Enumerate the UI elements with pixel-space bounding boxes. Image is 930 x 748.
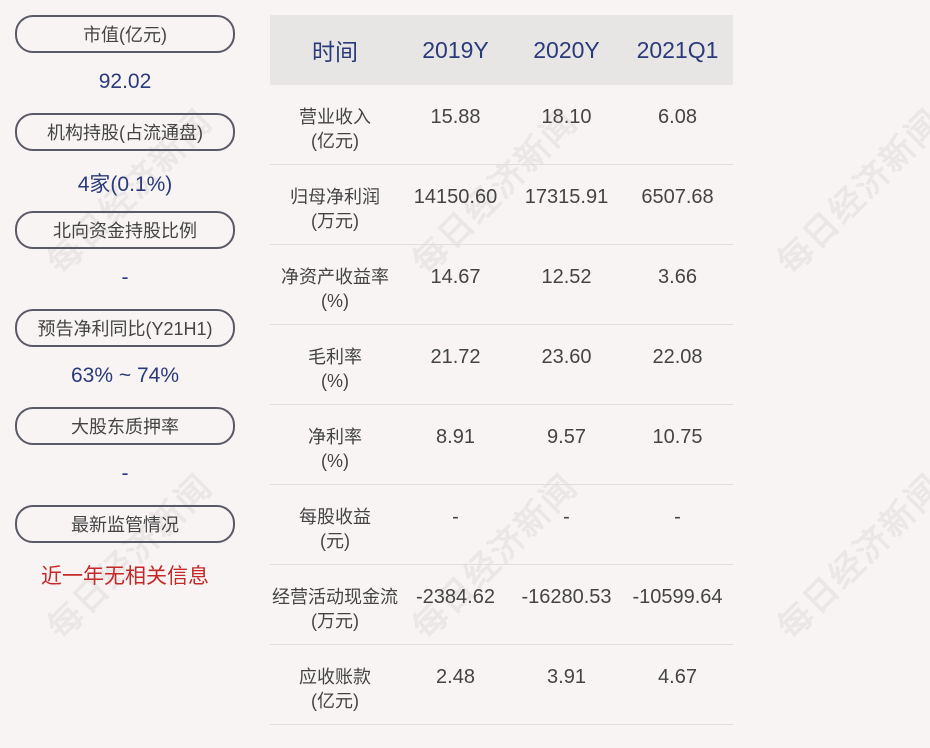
metric-value-northbound-holding: - (121, 266, 129, 289)
row-label: 净利率 (%) (308, 427, 362, 471)
table-cell: 15.88 (430, 106, 481, 128)
table-row: 每股收益 (元) - - - (270, 485, 733, 565)
watermark: 每日经济新闻 (770, 467, 930, 647)
table-cell: 3.91 (547, 666, 586, 688)
table-row: 毛利率 (%) 21.72 23.60 22.08 (270, 325, 733, 405)
metric-label-regulatory-status: 最新监管情况 (15, 505, 235, 543)
metric-value-profit-forecast: 63% ~ 74% (71, 364, 179, 387)
metric-label-institutional-holding: 机构持股(占流通盘) (15, 113, 235, 151)
table-cell: 23.60 (541, 346, 592, 368)
metric-label-profit-forecast: 预告净利同比(Y21H1) (15, 309, 235, 347)
table-row: 净利率 (%) 8.91 9.57 10.75 (270, 405, 733, 485)
table-cell: 22.08 (652, 346, 703, 368)
table-cell: 9.57 (547, 426, 586, 448)
table-cell: 6.08 (658, 106, 697, 128)
table-cell: 10.75 (652, 426, 703, 448)
watermark: 每日经济新闻 (40, 467, 221, 647)
watermark: 每日经济新闻 (770, 102, 930, 282)
table-cell: -16280.53 (521, 586, 612, 608)
metric-value-market-cap: 92.02 (98, 70, 152, 93)
table-row: 应收账款 (亿元) 2.48 3.91 4.67 (270, 645, 733, 725)
row-label: 毛利率 (%) (308, 347, 362, 391)
table-cell: 18.10 (541, 106, 592, 128)
row-label: 经营活动现金流 (万元) (272, 587, 398, 631)
column-header: 2019Y (422, 36, 489, 63)
metric-value-pledge-ratio: - (121, 462, 129, 485)
table-cell: 14.67 (430, 266, 481, 288)
table-cell: 21.72 (430, 346, 481, 368)
table-cell: - (563, 506, 570, 528)
table-cell: 4.67 (658, 666, 697, 688)
column-header: 2020Y (533, 36, 600, 63)
table-row: 归母净利润 (万元) 14150.60 17315.91 6507.68 (270, 165, 733, 245)
table-header: 时间 2019Y 2020Y 2021Q1 (270, 15, 733, 85)
metric-label-pledge-ratio: 大股东质押率 (15, 407, 235, 445)
row-label: 每股收益 (元) (299, 507, 371, 551)
table-cell: - (452, 506, 459, 528)
table-row: 营业收入 (亿元) 15.88 18.10 6.08 (270, 85, 733, 165)
table-cell: -2384.62 (416, 586, 495, 608)
row-label: 归母净利润 (万元) (290, 187, 380, 231)
table-cell: - (674, 506, 681, 528)
table-cell: 8.91 (436, 426, 475, 448)
table-row: 净资产收益率 (%) 14.67 12.52 3.66 (270, 245, 733, 325)
column-header: 时间 (312, 39, 358, 65)
table-cell: 17315.91 (524, 186, 609, 208)
financial-table: 时间 2019Y 2020Y 2021Q1 营业收入 (亿元) 15.88 18.… (270, 15, 733, 725)
row-label: 营业收入 (亿元) (299, 107, 371, 151)
table-cell: 12.52 (541, 266, 592, 288)
column-header: 2021Q1 (636, 36, 719, 63)
table-cell: 3.66 (658, 266, 697, 288)
table-cell: -10599.64 (632, 586, 723, 608)
table-cell: 6507.68 (641, 186, 714, 208)
metric-label-market-cap: 市值(亿元) (15, 15, 235, 53)
table-row: 经营活动现金流 (万元) -2384.62 -16280.53 -10599.64 (270, 565, 733, 645)
table-cell: 14150.60 (413, 186, 498, 208)
table-cell: 2.48 (436, 666, 475, 688)
metric-label-northbound-holding: 北向资金持股比例 (15, 211, 235, 249)
row-label: 应收账款 (亿元) (299, 667, 371, 711)
metric-value-institutional-holding: 4家(0.1%) (77, 173, 173, 196)
metric-value-regulatory-status: 近一年无相关信息 (41, 565, 209, 588)
row-label: 净资产收益率 (%) (281, 267, 389, 311)
